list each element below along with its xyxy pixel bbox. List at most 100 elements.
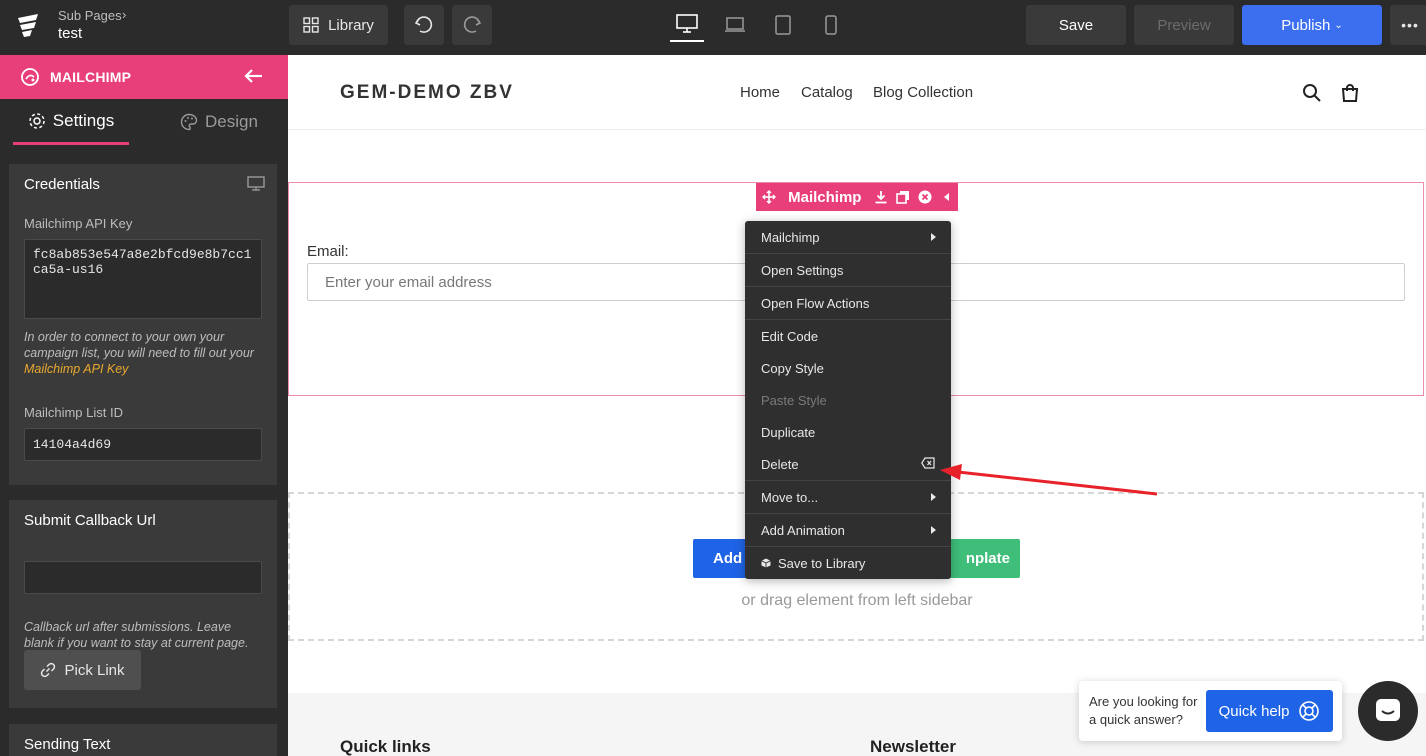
sidebar-tabs: Settings Design [0,99,288,145]
submenu-arrow-icon [931,233,936,241]
sending-text-title: Sending Text [24,736,111,753]
menu-item-save-to-library[interactable]: Save to Library [745,547,951,579]
backspace-icon [921,457,935,472]
submenu-arrow-icon [931,493,936,501]
api-key-help-link[interactable]: Mailchimp API Key [24,362,128,376]
add-new-section-button[interactable]: Add N [693,539,749,578]
store-title[interactable]: GEM-DEMO ZBV [340,82,514,104]
menu-item-paste-style: Paste Style [761,392,827,408]
back-arrow-icon[interactable] [243,65,265,92]
nav-home[interactable]: Home [740,84,780,101]
element-toolbar-label[interactable]: Mailchimp [788,189,861,206]
footer-newsletter-heading: Newsletter [870,737,956,756]
ellipsis-icon: ••• [1401,17,1419,33]
menu-item-add-animation[interactable]: Add Animation [745,514,951,546]
laptop-icon [725,17,745,32]
quick-help-label: Quick help [1218,702,1290,720]
tablet-view-button[interactable] [766,8,800,42]
chevron-right-icon: › [122,7,127,22]
preview-button[interactable]: Preview [1134,5,1234,45]
api-key-label: Mailchimp API Key [24,216,133,231]
pick-link-label: Pick Link [64,661,125,679]
quick-help-button[interactable]: Quick help [1206,690,1333,732]
menu-item-label: Delete [761,456,799,472]
laptop-view-button[interactable] [718,8,752,42]
chevron-down-icon: ⌄ [1334,19,1343,31]
close-circle-icon[interactable] [914,190,936,204]
submenu-arrow-icon [931,526,936,534]
list-id-label: Mailchimp List ID [24,405,123,420]
page-title: test [58,25,83,42]
drag-hint-text: or drag element from left sidebar [741,592,973,609]
mailchimp-logo-icon [20,67,40,92]
header-divider [288,129,1426,130]
gear-icon [29,112,45,129]
more-options-button[interactable]: ••• [1390,5,1426,45]
api-key-help-text: In order to connect to your own your cam… [24,329,264,377]
move-icon[interactable] [758,190,780,204]
quick-help-widget: Are you looking for a quick answer? Quic… [1079,681,1342,741]
download-icon[interactable] [869,190,891,204]
desktop-view-button[interactable] [670,8,704,42]
nav-catalog[interactable]: Catalog [801,84,853,101]
menu-item-label: Move to... [761,489,819,505]
credentials-title: Credentials [24,176,100,193]
template-button[interactable]: nplate [940,539,1020,578]
chat-icon [1376,699,1400,721]
api-key-help-prefix: In order to connect to your own your cam… [24,330,254,360]
menu-item-label: Save to Library [778,555,866,571]
redo-button[interactable] [452,5,492,45]
lifebuoy-icon [1299,701,1320,721]
tablet-icon [775,15,791,35]
tab-settings[interactable]: Settings [13,99,129,145]
tab-settings-label: Settings [52,110,115,130]
cart-icon[interactable] [1340,83,1360,108]
redo-icon [463,16,482,33]
menu-item-open-settings[interactable]: Open Settings [745,254,951,286]
desktop-icon [676,14,698,33]
cube-icon [761,556,771,571]
link-icon [41,662,56,678]
undo-button[interactable] [404,5,444,45]
save-button[interactable]: Save [1026,5,1126,45]
menu-item-label: Mailchimp [761,229,820,245]
sending-text-panel: Sending Text [9,724,277,756]
top-toolbar: Sub Pages › test Library Save Preview Pu… [0,0,1426,55]
pick-link-button[interactable]: Pick Link [24,650,141,690]
element-header: MAILCHIMP [0,55,288,99]
callback-url-input[interactable] [24,561,262,594]
callback-help-text: Callback url after submissions. Leave bl… [24,620,249,650]
left-sidebar: MAILCHIMP Settings Design Credentials Ma… [0,55,288,756]
menu-item-edit-code[interactable]: Edit Code [745,320,951,352]
list-id-input[interactable]: 14104a4d69 [24,428,262,461]
library-button[interactable]: Library [289,5,388,45]
search-icon[interactable] [1302,83,1322,108]
monitor-icon[interactable] [247,176,265,197]
gempages-logo[interactable] [14,12,42,40]
collapse-left-icon[interactable] [936,192,958,202]
quick-help-prompt: Are you looking for a quick answer? [1089,694,1198,727]
grid-icon [303,17,319,33]
mobile-view-button[interactable] [814,8,848,42]
undo-icon [414,16,433,33]
email-label: Email: [307,243,349,260]
breadcrumb-parent[interactable]: Sub Pages [58,8,122,23]
nav-blog-collection[interactable]: Blog Collection [873,84,973,101]
menu-item-copy-style[interactable]: Copy Style [745,352,951,384]
palette-icon [180,113,198,131]
menu-item-move-to[interactable]: Move to... [745,481,951,513]
library-label: Library [328,16,374,34]
element-toolbar: Mailchimp [756,183,958,211]
publish-button[interactable]: Publish ⌄ [1242,5,1382,45]
menu-item-duplicate[interactable]: Duplicate [745,416,951,448]
duplicate-icon[interactable] [892,190,914,204]
context-menu: Mailchimp Open Settings Open Flow Action… [745,221,951,579]
api-key-input[interactable]: fc8ab853e547a8e2bfcd9e8b7cc1ca5a-us16 [24,239,262,319]
mobile-icon [825,15,837,35]
footer-quick-links-heading: Quick links [340,737,431,756]
menu-item-delete[interactable]: Delete [745,448,951,480]
menu-item-mailchimp[interactable]: Mailchimp [745,221,951,253]
chat-launcher-button[interactable] [1358,681,1418,741]
menu-item-open-flow-actions[interactable]: Open Flow Actions [745,287,951,319]
tab-design[interactable]: Design [160,99,278,145]
